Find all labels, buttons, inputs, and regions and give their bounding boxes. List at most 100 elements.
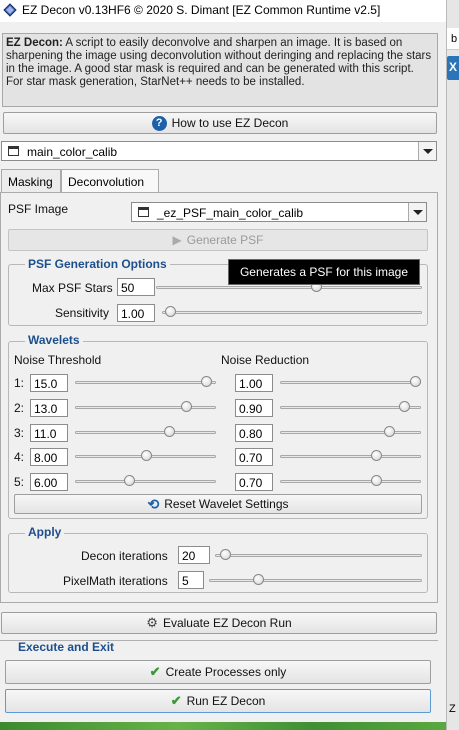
noise-threshold-input[interactable]: 6.00 [30,473,68,491]
wavelets-title: Wavelets [25,333,83,347]
create-processes-button[interactable]: ✔ Create Processes only [5,660,431,684]
slider-handle[interactable] [370,450,382,461]
wavelet-layer-label: 2: [14,401,25,415]
slider-track [75,406,216,409]
image-window-icon [138,207,149,217]
noise-threshold-slider[interactable] [75,376,216,389]
psf-image-select[interactable]: _ez_PSF_main_color_calib [131,202,427,222]
slider-handle[interactable] [370,475,382,486]
checkmark-icon: ✔ [149,664,161,679]
reset-wavelet-settings-button[interactable]: ⟲ Reset Wavelet Settings [14,494,422,514]
noise-reduction-input[interactable]: 1.00 [235,374,273,392]
reset-wavelet-settings-label: Reset Wavelet Settings [164,497,289,511]
slider-track [280,431,421,434]
how-to-use-label: How to use EZ Decon [171,116,289,130]
window-title: EZ Decon v0.13HF6 © 2020 S. Dimant [EZ C… [22,3,381,17]
pixelmath-iterations-slider[interactable] [209,574,422,587]
checkmark-icon: ✔ [170,693,182,708]
wavelet-layer-label: 4: [14,450,25,464]
chevron-down-icon[interactable] [418,142,436,160]
close-icon: X [449,60,458,74]
slider-handle[interactable] [383,426,395,437]
slider-track [280,455,421,458]
slider-track [280,480,421,483]
slider-handle[interactable] [220,549,232,560]
noise-threshold-slider[interactable] [75,450,216,463]
title-bar: EZ Decon v0.13HF6 © 2020 S. Dimant [EZ C… [0,0,446,22]
noise-threshold-slider[interactable] [75,401,216,414]
noise-threshold-slider[interactable] [75,475,216,488]
description-bold: EZ Decon: [6,37,63,49]
noise-reduction-input[interactable]: 0.90 [235,399,273,417]
chevron-down-icon[interactable] [408,203,426,221]
description-box: EZ Decon: A script to easily deconvolve … [2,33,438,107]
description-text: A script to easily deconvolve and sharpe… [6,37,432,88]
max-psf-stars-input[interactable]: 50 [117,278,155,296]
slider-track [75,480,216,483]
background-window-edge: b X Z [446,0,459,730]
psf-options-title: PSF Generation Options [25,257,170,271]
slider-track [156,286,422,289]
play-icon: ▶ [172,233,182,247]
slider-handle[interactable] [123,475,135,486]
psf-image-value: _ez_PSF_main_color_calib [157,206,304,220]
noise-threshold-input[interactable]: 15.0 [30,374,68,392]
noise-reduction-label: Noise Reduction [221,353,310,367]
how-to-use-button[interactable]: ? How to use EZ Decon [3,112,437,134]
wavelet-layer-label: 3: [14,426,25,440]
generate-psf-button[interactable]: ▶ Generate PSF [8,229,428,251]
target-image-select[interactable]: main_color_calib [1,141,437,161]
run-ez-decon-button[interactable]: ✔ Run EZ Decon [5,689,431,713]
sensitivity-input[interactable]: 1.00 [117,304,155,322]
pixelmath-iterations-label: PixelMath iterations [63,574,168,588]
noise-threshold-label: Noise Threshold [14,353,102,367]
noise-reduction-slider[interactable] [280,426,421,439]
tab-deconvolution[interactable]: Deconvolution [61,169,159,193]
background-window-char: b [451,33,458,45]
pixelmath-iterations-input[interactable]: 5 [178,571,204,589]
noise-threshold-input[interactable]: 8.00 [30,448,68,466]
reset-icon: ⟲ [147,495,160,512]
evaluate-label: Evaluate EZ Decon Run [162,616,292,630]
create-processes-label: Create Processes only [165,665,287,679]
slider-track [280,381,421,384]
noise-reduction-slider[interactable] [280,475,421,488]
evaluate-ez-decon-run-button[interactable]: ⚙ Evaluate EZ Decon Run [1,612,437,634]
noise-reduction-input[interactable]: 0.70 [235,448,273,466]
slider-handle[interactable] [140,450,152,461]
decon-iterations-label: Decon iterations [81,549,168,563]
slider-handle[interactable] [201,376,213,387]
slider-track [162,311,422,314]
run-ez-decon-label: Run EZ Decon [186,694,266,708]
noise-threshold-input[interactable]: 11.0 [30,424,68,442]
noise-reduction-slider[interactable] [280,450,421,463]
slider-handle[interactable] [181,401,193,412]
noise-reduction-input[interactable]: 0.70 [235,473,273,491]
target-image-value: main_color_calib [27,145,118,159]
noise-threshold-slider[interactable] [75,426,216,439]
slider-track [215,554,422,557]
noise-reduction-input[interactable]: 0.80 [235,424,273,442]
decon-iterations-input[interactable]: 20 [178,546,210,564]
tab-masking-label: Masking [8,175,53,189]
generate-psf-label: Generate PSF [186,233,264,247]
decon-iterations-slider[interactable] [215,549,422,562]
question-circle-icon: ? [151,115,167,131]
noise-reduction-slider[interactable] [280,401,421,414]
background-window-char-bottom: Z [449,703,456,715]
noise-reduction-slider[interactable] [280,376,421,389]
slider-handle[interactable] [164,426,176,437]
slider-handle[interactable] [164,306,176,317]
tab-masking[interactable]: Masking [1,169,61,192]
apply-title: Apply [25,525,65,539]
noise-threshold-input[interactable]: 13.0 [30,399,68,417]
execute-title: Execute and Exit [18,640,115,654]
gears-icon: ⚙ [146,615,158,630]
slider-track [75,431,216,434]
max-psf-stars-label: Max PSF Stars [32,281,113,295]
slider-handle[interactable] [399,401,411,412]
sensitivity-slider[interactable] [162,306,422,319]
slider-handle[interactable] [252,574,264,585]
slider-track [75,381,216,384]
slider-handle[interactable] [410,376,421,387]
